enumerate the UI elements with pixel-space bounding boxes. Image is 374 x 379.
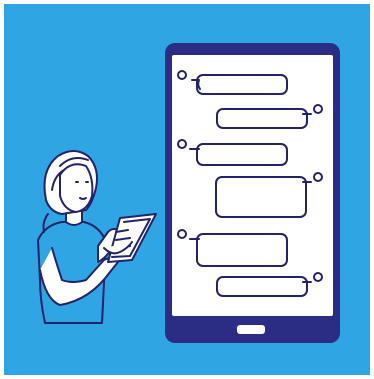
mouth <box>79 197 87 200</box>
home-button-icon <box>237 325 265 334</box>
woman-figure <box>37 150 157 324</box>
illustration-svg <box>37 43 340 343</box>
phone-icon <box>165 43 340 343</box>
illustration-canvas <box>0 0 374 379</box>
face <box>59 163 94 213</box>
